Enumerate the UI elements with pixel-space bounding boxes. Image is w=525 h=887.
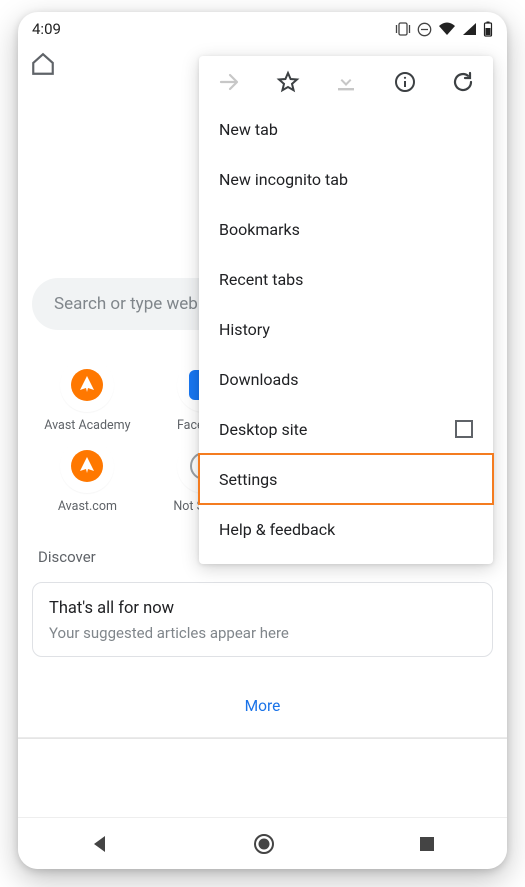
menu-help-feedback[interactable]: Help & feedback bbox=[199, 504, 493, 554]
avast-icon bbox=[70, 368, 104, 402]
shortcut-icon bbox=[60, 358, 114, 412]
refresh-icon bbox=[451, 70, 475, 94]
download-icon bbox=[335, 71, 357, 93]
vibrate-icon bbox=[395, 22, 411, 36]
avast-icon bbox=[70, 449, 104, 483]
recent-square-icon bbox=[418, 835, 436, 853]
shortcut-avast-academy[interactable]: Avast Academy bbox=[32, 358, 143, 433]
nav-recent-button[interactable] bbox=[418, 835, 436, 853]
menu-icon-row bbox=[199, 56, 493, 104]
menu-item-label: Recent tabs bbox=[219, 270, 303, 289]
star-icon bbox=[276, 70, 300, 94]
menu-new-tab[interactable]: New tab bbox=[199, 104, 493, 154]
menu-item-label: New incognito tab bbox=[219, 170, 348, 189]
divider bbox=[18, 737, 507, 739]
discover-card: That's all for now Your suggested articl… bbox=[32, 582, 493, 657]
forward-button[interactable] bbox=[217, 70, 241, 94]
download-button[interactable] bbox=[334, 70, 358, 94]
cell-signal-icon bbox=[462, 22, 477, 36]
menu-bookmarks[interactable]: Bookmarks bbox=[199, 204, 493, 254]
arrow-forward-icon bbox=[217, 70, 241, 94]
battery-icon bbox=[483, 21, 493, 37]
card-subtitle: Your suggested articles appear here bbox=[49, 624, 476, 642]
shortcut-icon bbox=[60, 439, 114, 493]
menu-new-incognito-tab[interactable]: New incognito tab bbox=[199, 154, 493, 204]
menu-desktop-site[interactable]: Desktop site bbox=[199, 404, 493, 454]
nav-home-button[interactable] bbox=[253, 833, 275, 855]
status-bar: 4:09 bbox=[18, 12, 507, 42]
menu-recent-tabs[interactable]: Recent tabs bbox=[199, 254, 493, 304]
card-title: That's all for now bbox=[49, 599, 476, 618]
wifi-icon bbox=[438, 22, 456, 36]
menu-downloads[interactable]: Downloads bbox=[199, 354, 493, 404]
do-not-disturb-icon bbox=[417, 22, 432, 37]
status-icons bbox=[395, 21, 493, 37]
shortcut-label: Avast Academy bbox=[32, 418, 143, 433]
menu-item-label: History bbox=[219, 320, 270, 339]
home-button[interactable] bbox=[30, 51, 56, 81]
menu-item-label: Bookmarks bbox=[219, 220, 300, 239]
overflow-menu: New tab New incognito tab Bookmarks Rece… bbox=[199, 56, 493, 564]
menu-history[interactable]: History bbox=[199, 304, 493, 354]
desktop-site-checkbox[interactable] bbox=[455, 420, 473, 438]
menu-item-label: Settings bbox=[219, 470, 277, 489]
info-button[interactable] bbox=[393, 70, 417, 94]
menu-item-label: Downloads bbox=[219, 370, 298, 389]
info-icon bbox=[393, 70, 417, 94]
home-circle-icon bbox=[253, 833, 275, 855]
android-nav-bar bbox=[18, 817, 507, 869]
menu-item-label: Help & feedback bbox=[219, 520, 335, 539]
refresh-button[interactable] bbox=[451, 70, 475, 94]
back-triangle-icon bbox=[90, 834, 110, 854]
bookmark-button[interactable] bbox=[276, 70, 300, 94]
menu-item-label: Desktop site bbox=[219, 420, 307, 439]
menu-item-label: New tab bbox=[219, 120, 278, 139]
shortcut-label: Avast.com bbox=[32, 499, 143, 514]
home-icon bbox=[30, 51, 56, 77]
phone-frame: 4:09 Search or type web address bbox=[18, 12, 507, 869]
nav-back-button[interactable] bbox=[90, 834, 110, 854]
more-link[interactable]: More bbox=[32, 697, 493, 715]
shortcut-avast-com[interactable]: Avast.com bbox=[32, 439, 143, 514]
menu-settings[interactable]: Settings bbox=[199, 454, 493, 504]
status-time: 4:09 bbox=[32, 20, 61, 38]
